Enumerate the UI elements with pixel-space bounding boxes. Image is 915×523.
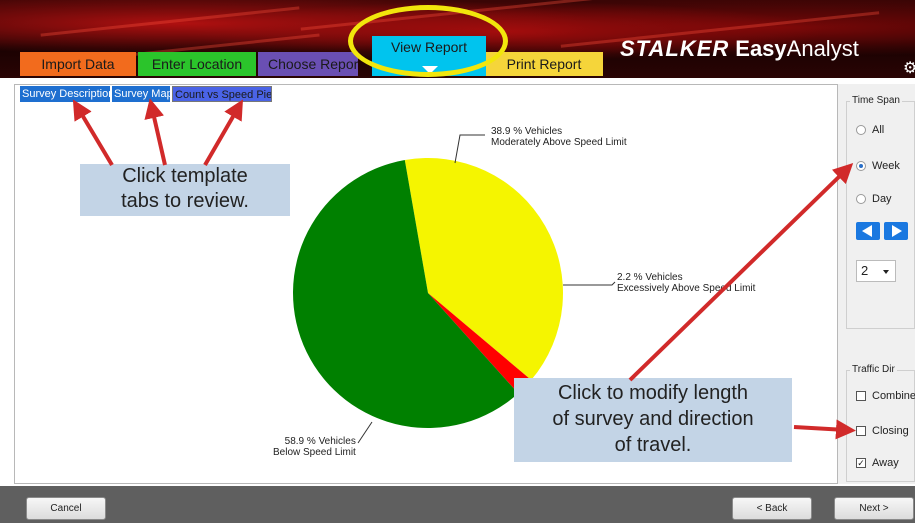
arrow-to-time-span [628,163,854,382]
arrow-to-subtab-pie [203,99,244,167]
annotation-arrows [72,98,856,440]
arrow-to-subtab-desc [72,99,114,167]
arrow-to-closing [793,419,856,440]
arrow-to-subtab-map [144,98,167,166]
